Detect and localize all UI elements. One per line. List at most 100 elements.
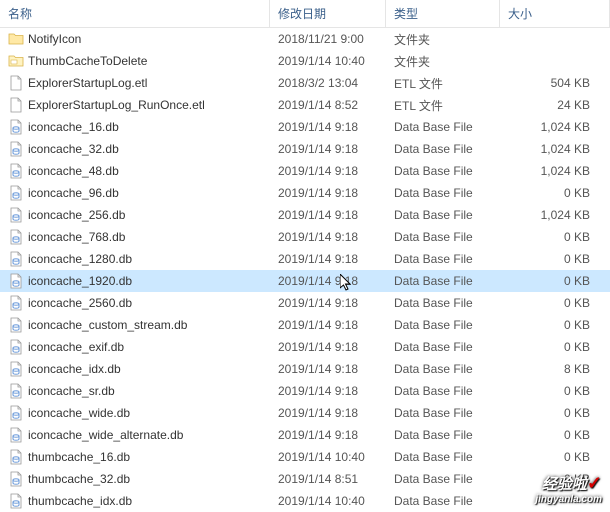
file-row[interactable]: iconcache_sr.db 2019/1/14 9:18Data Base F… xyxy=(0,380,610,402)
file-name-label: thumbcache_16.db xyxy=(28,450,130,464)
folder-alt-icon xyxy=(8,53,24,69)
db-icon xyxy=(8,295,24,311)
file-date-cell: 2019/1/14 9:18 xyxy=(270,226,386,248)
file-row[interactable]: iconcache_2560.db2019/1/14 9:18Data Base… xyxy=(0,292,610,314)
file-list: NotifyIcon2018/11/21 9:00文件夹ThumbCacheTo… xyxy=(0,28,610,512)
db-icon xyxy=(8,405,24,421)
file-name-cell[interactable]: thumbcache_idx.db xyxy=(0,490,270,512)
file-size-cell: 0 KB xyxy=(500,424,610,446)
file-size-cell: 0 KB xyxy=(500,248,610,270)
file-row[interactable]: ExplorerStartupLog_RunOnce.etl2019/1/14 … xyxy=(0,94,610,116)
file-date-cell: 2019/1/14 10:40 xyxy=(270,446,386,468)
file-type-cell: Data Base File xyxy=(386,182,500,204)
file-name-cell[interactable]: NotifyIcon xyxy=(0,28,270,50)
file-type-cell: 文件夹 xyxy=(386,28,500,50)
file-date-cell: 2019/1/14 8:51 xyxy=(270,468,386,490)
file-name-cell[interactable]: iconcache_256.db xyxy=(0,204,270,226)
file-date-cell: 2019/1/14 9:18 xyxy=(270,380,386,402)
file-name-cell[interactable]: iconcache_1280.db xyxy=(0,248,270,270)
file-name-cell[interactable]: thumbcache_16.db xyxy=(0,446,270,468)
file-type-cell: Data Base File xyxy=(386,380,500,402)
file-name-cell[interactable]: iconcache_sr.db xyxy=(0,380,270,402)
file-name-cell[interactable]: iconcache_exif.db xyxy=(0,336,270,358)
db-icon xyxy=(8,317,24,333)
file-name-cell[interactable]: iconcache_96.db xyxy=(0,182,270,204)
file-name-label: ExplorerStartupLog.etl xyxy=(28,76,147,90)
file-type-cell: Data Base File xyxy=(386,402,500,424)
file-row[interactable]: iconcache_wide.db2019/1/14 9:18Data Base… xyxy=(0,402,610,424)
file-size-cell: 0 KB xyxy=(500,270,610,292)
file-row[interactable]: thumbcache_32.db2019/1/14 8:51Data Base … xyxy=(0,468,610,490)
file-name-label: iconcache_96.db xyxy=(28,186,119,200)
file-date-cell: 2018/3/2 13:04 xyxy=(270,72,386,94)
file-row[interactable]: iconcache_1920.db2019/1/14 9:18Data Base… xyxy=(0,270,610,292)
file-row[interactable]: thumbcache_16.db2019/1/14 10:40Data Base… xyxy=(0,446,610,468)
file-row[interactable]: iconcache_768.db2019/1/14 9:18Data Base … xyxy=(0,226,610,248)
file-size-cell: 24 KB xyxy=(500,94,610,116)
db-icon xyxy=(8,163,24,179)
file-size-cell: 1,024 KB xyxy=(500,160,610,182)
file-row[interactable]: thumbcache_idx.db2019/1/14 10:40Data Bas… xyxy=(0,490,610,512)
file-name-cell[interactable]: iconcache_48.db xyxy=(0,160,270,182)
file-name-label: iconcache_wide.db xyxy=(28,406,130,420)
file-row[interactable]: iconcache_1280.db2019/1/14 9:18Data Base… xyxy=(0,248,610,270)
file-date-cell: 2019/1/14 9:18 xyxy=(270,138,386,160)
file-name-cell[interactable]: iconcache_16.db xyxy=(0,116,270,138)
file-row[interactable]: ThumbCacheToDelete2019/1/14 10:40文件夹 xyxy=(0,50,610,72)
db-icon xyxy=(8,361,24,377)
file-row[interactable]: ExplorerStartupLog.etl 2018/3/2 13:04ETL … xyxy=(0,72,610,94)
file-row[interactable]: iconcache_48.db2019/1/14 9:18Data Base F… xyxy=(0,160,610,182)
file-name-cell[interactable]: iconcache_2560.db xyxy=(0,292,270,314)
file-type-cell: Data Base File xyxy=(386,204,500,226)
file-name-label: iconcache_32.db xyxy=(28,142,119,156)
file-row[interactable]: iconcache_custom_stream.db2019/1/14 9:18… xyxy=(0,314,610,336)
column-header-name[interactable]: 名称 xyxy=(0,0,270,27)
file-row[interactable]: iconcache_exif.db2019/1/14 9:18Data Base… xyxy=(0,336,610,358)
file-name-cell[interactable]: iconcache_wide.db xyxy=(0,402,270,424)
file-type-cell: ETL 文件 xyxy=(386,94,500,116)
file-row[interactable]: iconcache_32.db2019/1/14 9:18Data Base F… xyxy=(0,138,610,160)
file-type-cell: Data Base File xyxy=(386,160,500,182)
file-name-label: iconcache_256.db xyxy=(28,208,125,222)
file-icon xyxy=(8,75,24,91)
file-name-cell[interactable]: iconcache_custom_stream.db xyxy=(0,314,270,336)
file-row[interactable]: iconcache_256.db 2019/1/14 9:18Data Base … xyxy=(0,204,610,226)
file-name-cell[interactable]: iconcache_idx.db xyxy=(0,358,270,380)
file-type-cell: Data Base File xyxy=(386,424,500,446)
file-row[interactable]: iconcache_96.db2019/1/14 9:18Data Base F… xyxy=(0,182,610,204)
file-row[interactable]: NotifyIcon2018/11/21 9:00文件夹 xyxy=(0,28,610,50)
file-name-cell[interactable]: iconcache_wide_alternate.db xyxy=(0,424,270,446)
file-row[interactable]: iconcache_wide_alternate.db2019/1/14 9:1… xyxy=(0,424,610,446)
file-type-cell: Data Base File xyxy=(386,226,500,248)
file-type-cell: ETL 文件 xyxy=(386,72,500,94)
file-type-cell: Data Base File xyxy=(386,358,500,380)
file-icon xyxy=(8,97,24,113)
file-size-cell: 0 KB xyxy=(500,446,610,468)
file-name-label: iconcache_16.db xyxy=(28,120,119,134)
file-name-cell[interactable]: ExplorerStartupLog_RunOnce.etl xyxy=(0,94,270,116)
file-name-label: iconcache_wide_alternate.db xyxy=(28,428,183,442)
file-name-cell[interactable]: iconcache_1920.db xyxy=(0,270,270,292)
file-size-cell: 1,024 KB xyxy=(500,116,610,138)
file-row[interactable]: iconcache_16.db2019/1/14 9:18Data Base F… xyxy=(0,116,610,138)
file-name-label: iconcache_sr.db xyxy=(28,384,115,398)
file-name-cell[interactable]: thumbcache_32.db xyxy=(0,468,270,490)
file-name-cell[interactable]: ThumbCacheToDelete xyxy=(0,50,270,72)
file-name-cell[interactable]: ExplorerStartupLog.etl xyxy=(0,72,270,94)
column-header-size[interactable]: 大小 xyxy=(500,0,610,27)
file-size-cell: 0 KB xyxy=(500,226,610,248)
file-name-cell[interactable]: iconcache_768.db xyxy=(0,226,270,248)
column-header-date[interactable]: 修改日期 xyxy=(270,0,386,27)
file-size-cell: 0 KB xyxy=(500,336,610,358)
column-header-type[interactable]: 类型 xyxy=(386,0,500,27)
file-date-cell: 2019/1/14 10:40 xyxy=(270,490,386,512)
file-size-cell: 1,024 KB xyxy=(500,138,610,160)
file-size-cell: 0 KB xyxy=(500,314,610,336)
db-icon xyxy=(8,383,24,399)
db-icon xyxy=(8,119,24,135)
file-name-label: iconcache_2560.db xyxy=(28,296,132,310)
file-name-cell[interactable]: iconcache_32.db xyxy=(0,138,270,160)
file-type-cell: 文件夹 xyxy=(386,50,500,72)
file-row[interactable]: iconcache_idx.db2019/1/14 9:18Data Base … xyxy=(0,358,610,380)
file-date-cell: 2019/1/14 9:18 xyxy=(270,204,386,226)
